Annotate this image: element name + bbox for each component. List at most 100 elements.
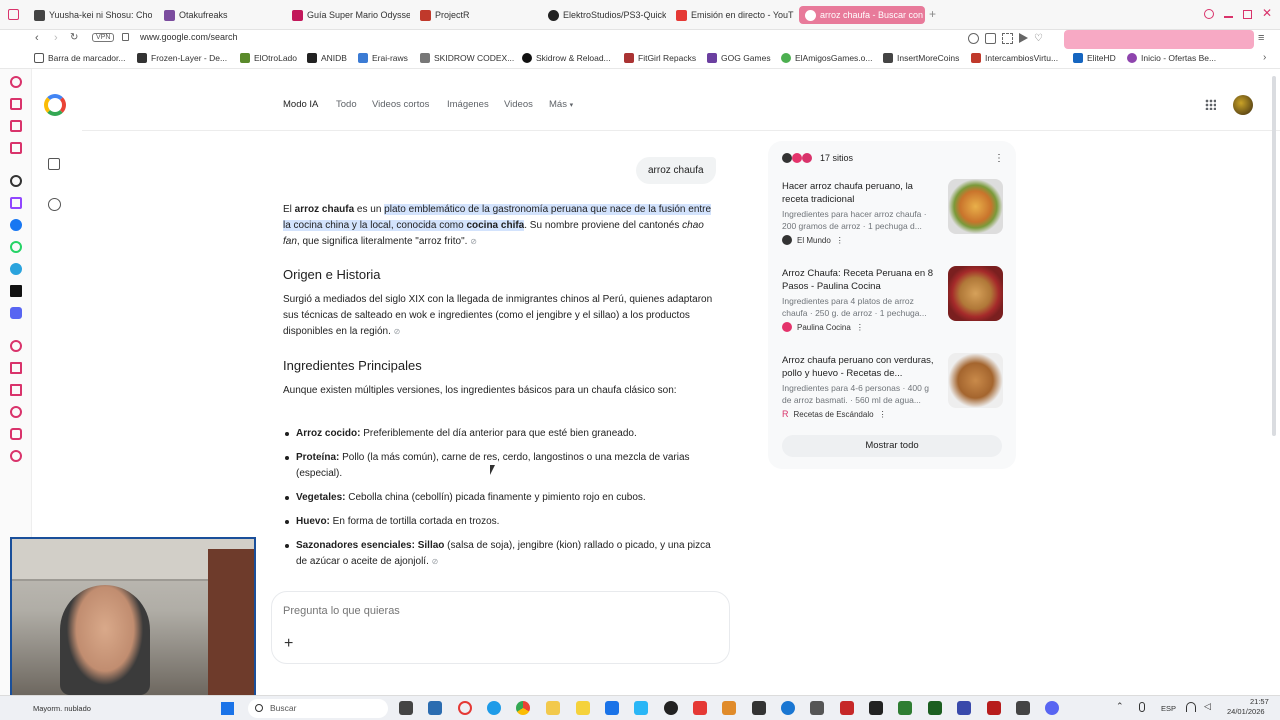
source-thumbnail[interactable] [948, 353, 1003, 408]
close-icon[interactable]: ✕ [1262, 6, 1272, 20]
sidebar-toggle-icon[interactable] [8, 9, 19, 20]
bookmark-2[interactable]: ElOtroLado [240, 53, 297, 63]
nav-modo-ia[interactable]: Modo IA [283, 99, 318, 110]
bookmark-7[interactable]: FitGirl Repacks [624, 53, 696, 63]
app-icon[interactable] [987, 701, 1001, 715]
hourglass-icon[interactable] [10, 384, 22, 396]
sources-header[interactable]: 17 sitios [782, 153, 853, 163]
add-attachment-icon[interactable]: + [284, 635, 293, 653]
notes-app-icon[interactable] [576, 701, 590, 715]
screenshot-icon[interactable] [1002, 33, 1013, 44]
link-icon[interactable]: ⊘ [470, 237, 477, 246]
app-icon[interactable] [722, 701, 736, 715]
whatsapp-icon[interactable] [10, 241, 22, 253]
reload-icon[interactable]: ↻ [70, 32, 78, 43]
nav-videos[interactable]: Videos [504, 99, 533, 110]
bookmark-1[interactable]: Frozen-Layer - De... [137, 53, 227, 63]
more-options-icon[interactable]: ⋮ [856, 323, 864, 332]
telegram-icon[interactable] [10, 263, 22, 275]
bookmark-3[interactable]: ANIDB [307, 53, 347, 63]
vpn-badge[interactable]: VPN [92, 33, 115, 42]
app-icon[interactable] [752, 701, 766, 715]
lock-icon[interactable] [122, 33, 129, 41]
taskbar-search[interactable]: Buscar [248, 699, 388, 718]
bookmark-9[interactable]: ElAmigosGames.o... [781, 53, 872, 63]
tray-chevron-icon[interactable]: ⌃ [1116, 701, 1124, 712]
vivaldi-icon[interactable] [458, 701, 472, 715]
history-icon[interactable] [10, 76, 22, 88]
player-icon[interactable] [10, 340, 22, 352]
steam-icon[interactable] [664, 701, 678, 715]
windows-start-icon[interactable] [221, 702, 234, 715]
bookmark-10[interactable]: InsertMoreCoins [883, 53, 959, 63]
chrome-icon[interactable] [516, 701, 530, 715]
source-item[interactable]: Arroz chaufa peruano con verduras, pollo… [782, 354, 940, 419]
task-view-icon[interactable] [399, 701, 413, 715]
back-icon[interactable]: ‹ [35, 32, 39, 44]
nav-imagenes[interactable]: Imágenes [447, 99, 489, 110]
menu-icon[interactable]: ≡ [1258, 32, 1264, 44]
new-chat-icon[interactable] [48, 158, 60, 170]
more-options-icon[interactable]: ⋮ [879, 410, 887, 419]
x-icon[interactable] [10, 285, 22, 297]
app-icon[interactable] [928, 701, 942, 715]
history-clock-icon[interactable] [48, 198, 61, 211]
downloads-icon[interactable] [10, 98, 22, 110]
more-bookmarks-icon[interactable]: › [1263, 52, 1266, 63]
tab-1[interactable]: Otakufreaks [164, 6, 282, 24]
ask-input[interactable] [283, 605, 703, 617]
tab-4[interactable]: ElektroStudios/PS3-Quick [548, 6, 666, 24]
avatar[interactable] [1233, 95, 1253, 115]
settings-gear-icon[interactable] [10, 450, 22, 462]
more-options-icon[interactable]: ⋮ [994, 153, 1004, 164]
twitch-icon[interactable] [10, 197, 22, 209]
clock-date[interactable]: 24/01/2026 [1227, 707, 1265, 716]
bookmark-4[interactable]: Erai-raws [358, 53, 408, 63]
edge-icon[interactable] [487, 701, 501, 715]
clock-icon[interactable] [10, 406, 22, 418]
bookmark-12[interactable]: EliteHD [1073, 53, 1116, 63]
source-item[interactable]: Hacer arroz chaufa peruano, la receta tr… [782, 180, 940, 245]
language-label[interactable]: ESP [1161, 704, 1176, 713]
nav-videos-cortos[interactable]: Videos cortos [372, 99, 429, 110]
discord-icon[interactable] [10, 307, 22, 319]
link-icon[interactable]: ⊘ [432, 557, 439, 566]
openai-icon[interactable] [10, 175, 22, 187]
ask-box[interactable]: + [271, 591, 730, 664]
show-all-button[interactable]: Mostrar todo [782, 435, 1002, 457]
link-icon[interactable]: ⊘ [394, 327, 401, 336]
microphone-icon[interactable] [1139, 702, 1145, 712]
app-icon[interactable] [781, 701, 795, 715]
search-tabs-icon[interactable] [1204, 9, 1214, 19]
source-thumbnail[interactable] [948, 266, 1003, 321]
app-icon[interactable] [693, 701, 707, 715]
weather-label[interactable]: Mayorm. nublado [33, 704, 91, 713]
tab-3[interactable]: ProjectR [420, 6, 538, 24]
app-icon[interactable] [840, 701, 854, 715]
source-thumbnail[interactable] [948, 179, 1003, 234]
bookmark-5[interactable]: SKIDROW CODEX... [420, 53, 514, 63]
play-icon[interactable] [1019, 33, 1028, 43]
wifi-icon[interactable] [1186, 702, 1196, 712]
url-field[interactable]: www.google.com/search [140, 32, 238, 42]
mail-icon[interactable] [10, 142, 22, 154]
app-icon[interactable] [810, 701, 824, 715]
app-icon[interactable] [1016, 701, 1030, 715]
more-options-icon[interactable]: ⋮ [836, 236, 844, 245]
bookmark-6[interactable]: Skidrow & Reload... [522, 53, 611, 63]
google-logo[interactable] [44, 94, 66, 116]
new-tab-button[interactable]: + [929, 8, 936, 20]
tab-active[interactable]: arroz chaufa - Buscar con [799, 6, 925, 24]
emoji-icon[interactable] [968, 33, 979, 44]
volume-icon[interactable]: ◁ [1204, 701, 1211, 712]
tab-5[interactable]: Emisión en directo - YouT [676, 6, 794, 24]
discord-taskbar-icon[interactable] [1045, 701, 1059, 715]
store-icon[interactable] [428, 701, 442, 715]
nav-mas[interactable]: Más ▾ [549, 99, 573, 110]
notes-icon[interactable] [10, 120, 22, 132]
tab-2[interactable]: Guía Super Mario Odysse [292, 6, 410, 24]
minimize-icon[interactable] [1224, 16, 1233, 18]
forward-icon[interactable]: › [54, 32, 58, 44]
source-item[interactable]: Arroz Chaufa: Receta Peruana en 8 Pasos … [782, 267, 940, 332]
file-explorer-icon[interactable] [546, 701, 560, 715]
